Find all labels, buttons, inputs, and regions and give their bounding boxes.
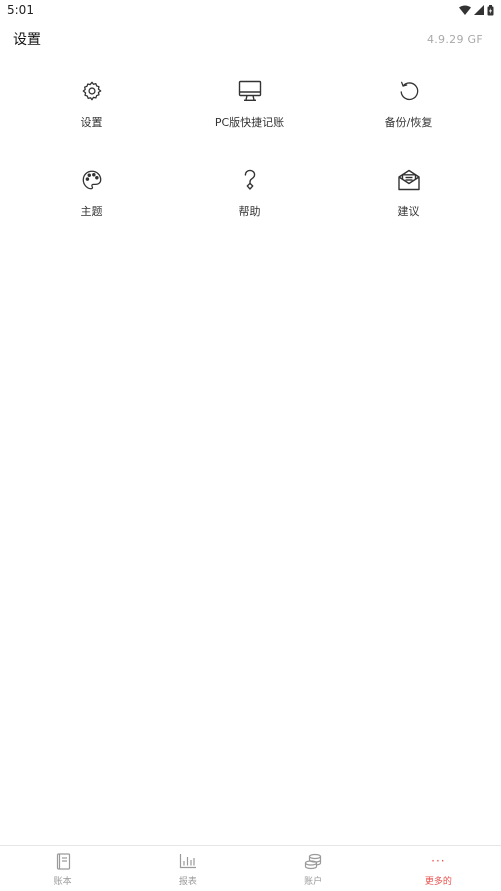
suggestion-option[interactable]: 建议 <box>316 167 501 256</box>
palette-icon <box>79 167 105 193</box>
nav-item-reports[interactable]: 报表 <box>125 846 250 891</box>
help-option-label: 帮助 <box>238 205 261 218</box>
pc-quick-bookkeeping-label: PC版快捷记账 <box>214 116 285 129</box>
page-title: 设置 <box>13 32 41 48</box>
restore-icon <box>396 78 422 104</box>
settings-option[interactable]: 设置 <box>0 78 183 167</box>
screen: 5:01 设置 4.9.29 GF 设置 PC版快捷记账 备份/恢复 主题 帮助… <box>0 0 501 891</box>
nav-item-accounts[interactable]: 账户 <box>251 846 376 891</box>
status-time: 5:01 <box>7 3 34 17</box>
battery-icon <box>487 4 494 16</box>
chart-icon <box>178 852 198 870</box>
theme-option[interactable]: 主题 <box>0 167 183 256</box>
nav-item-ledger[interactable]: 账本 <box>0 846 125 891</box>
gear-icon <box>79 78 105 104</box>
help-icon <box>237 167 263 193</box>
signal-icon <box>474 5 484 15</box>
book-icon <box>53 852 73 870</box>
backup-restore-option[interactable]: 备份/恢复 <box>316 78 501 167</box>
help-option[interactable]: 帮助 <box>183 167 316 256</box>
header: 设置 4.9.29 GF <box>0 28 501 50</box>
settings-option-label: 设置 <box>80 116 103 129</box>
nav-label-more: 更多的 <box>424 877 452 887</box>
nav-item-more[interactable]: ··· 更多的 <box>376 846 501 891</box>
more-icon: ··· <box>428 852 448 870</box>
coins-icon <box>303 852 323 870</box>
backup-restore-label: 备份/恢复 <box>384 116 433 129</box>
pc-quick-bookkeeping-option[interactable]: PC版快捷记账 <box>183 78 316 167</box>
status-bar: 5:01 <box>0 0 501 20</box>
theme-option-label: 主题 <box>80 205 103 218</box>
nav-label-reports: 报表 <box>178 877 197 887</box>
monitor-icon <box>237 78 263 104</box>
nav-label-ledger: 账本 <box>53 877 72 887</box>
mail-icon <box>396 167 422 193</box>
bottom-nav: 账本 报表 账户 ··· 更多的 <box>0 845 501 891</box>
status-icons <box>459 4 494 16</box>
nav-label-accounts: 账户 <box>304 877 323 887</box>
options-grid: 设置 PC版快捷记账 备份/恢复 主题 帮助 建议 <box>0 78 501 256</box>
more-dots: ··· <box>431 854 446 868</box>
wifi-icon <box>459 5 471 15</box>
version-label: 4.9.29 GF <box>426 32 483 46</box>
suggestion-option-label: 建议 <box>397 205 420 218</box>
